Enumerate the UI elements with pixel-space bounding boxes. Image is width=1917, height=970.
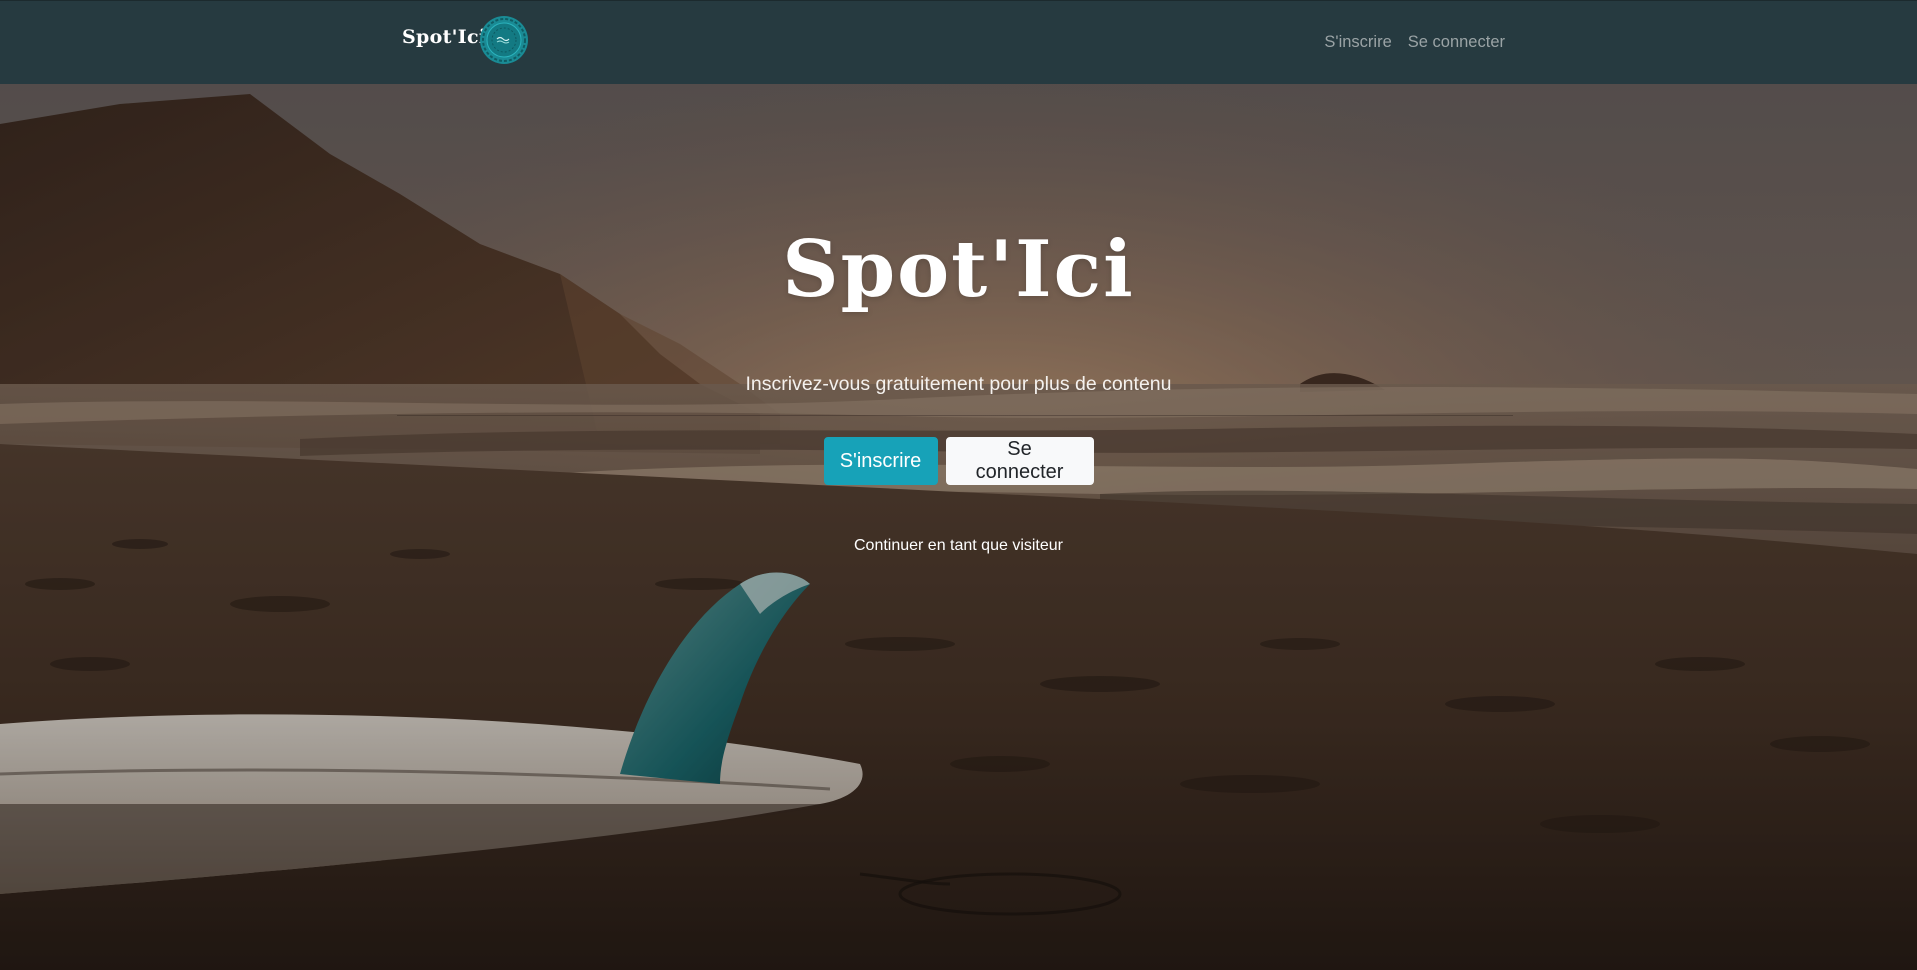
navbar-links: S'inscrire Se connecter	[1324, 33, 1505, 52]
top-navbar: Spot'Ici S'inscrire Se connecter	[0, 0, 1917, 84]
hero-subtitle: Inscrivez-vous gratuitement pour plus de…	[745, 373, 1172, 395]
navbar-brand[interactable]: Spot'Ici	[402, 26, 486, 48]
signup-button[interactable]: S'inscrire	[823, 437, 938, 485]
nav-signup-link[interactable]: S'inscrire	[1324, 33, 1391, 52]
beach-sunset-background-image	[0, 84, 1917, 970]
continue-as-visitor-link[interactable]: Continuer en tant que visiteur	[0, 537, 1917, 555]
hero-title: Spot'Ici	[782, 224, 1135, 315]
spotici-logo-icon[interactable]	[479, 15, 529, 65]
hero-section: Spot'Ici Inscrivez-vous gratuitement pou…	[0, 84, 1917, 970]
nav-login-link[interactable]: Se connecter	[1408, 33, 1505, 52]
hero-divider	[397, 415, 1513, 416]
hero-button-group: S'inscrire Se connecter	[0, 437, 1917, 485]
login-button[interactable]: Se connecter	[945, 437, 1094, 485]
